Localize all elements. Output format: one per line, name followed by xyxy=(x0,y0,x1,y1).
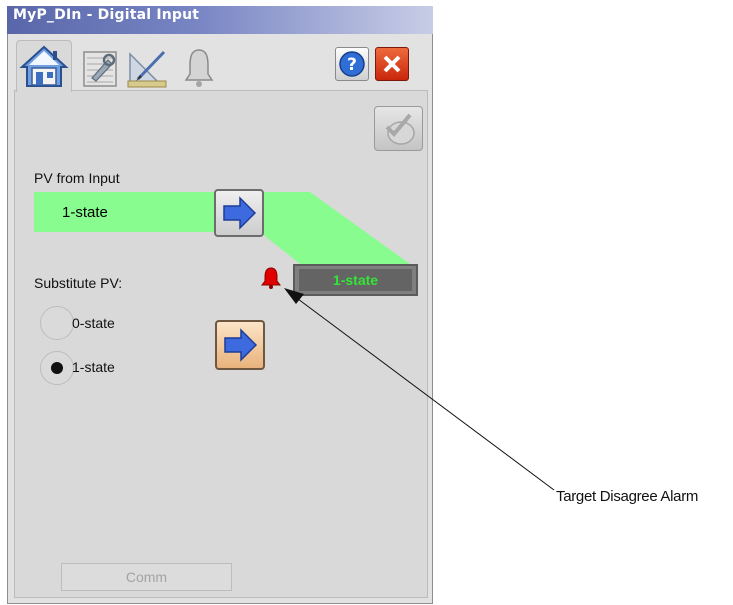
radio-1-state-label: 1-state xyxy=(72,359,115,375)
close-icon xyxy=(383,55,401,73)
callout-label: Target Disagree Alarm xyxy=(556,488,699,505)
tab-home[interactable] xyxy=(16,40,72,92)
help-button[interactable]: ? xyxy=(335,47,369,81)
radio-1-state[interactable] xyxy=(40,351,74,385)
tab-maintenance[interactable] xyxy=(78,42,124,90)
close-button[interactable] xyxy=(375,47,409,81)
substitute-pv-label: Substitute PV: xyxy=(34,275,123,291)
acknowledge-icon xyxy=(385,113,415,145)
comm-status: Comm xyxy=(61,563,232,591)
callout-line xyxy=(284,288,555,491)
tab-alarms[interactable] xyxy=(176,42,222,90)
select-substitute-button[interactable] xyxy=(215,320,265,370)
arrow-right-icon xyxy=(223,196,257,230)
window-title: MyP_DIn - Digital Input xyxy=(13,7,200,23)
pv-label: PV from Input xyxy=(34,170,120,186)
svg-text:?: ? xyxy=(347,55,357,75)
pv-flow-shape xyxy=(260,192,410,264)
pv-value: 1-state xyxy=(62,204,108,221)
help-icon: ? xyxy=(339,51,365,77)
engineering-icon xyxy=(127,50,167,88)
maintenance-icon xyxy=(83,51,117,87)
target-disagree-alarm-icon[interactable] xyxy=(260,266,282,290)
tab-engineering[interactable] xyxy=(124,42,170,90)
radio-0-state-label: 0-state xyxy=(72,315,115,331)
arrow-right-icon xyxy=(224,328,258,362)
radio-selected-dot xyxy=(51,362,63,374)
home-icon xyxy=(19,45,69,87)
acknowledge-button[interactable] xyxy=(374,106,423,151)
alarm-bell-icon xyxy=(184,49,214,87)
radio-0-state[interactable] xyxy=(40,306,74,340)
select-input-button[interactable] xyxy=(214,189,264,237)
